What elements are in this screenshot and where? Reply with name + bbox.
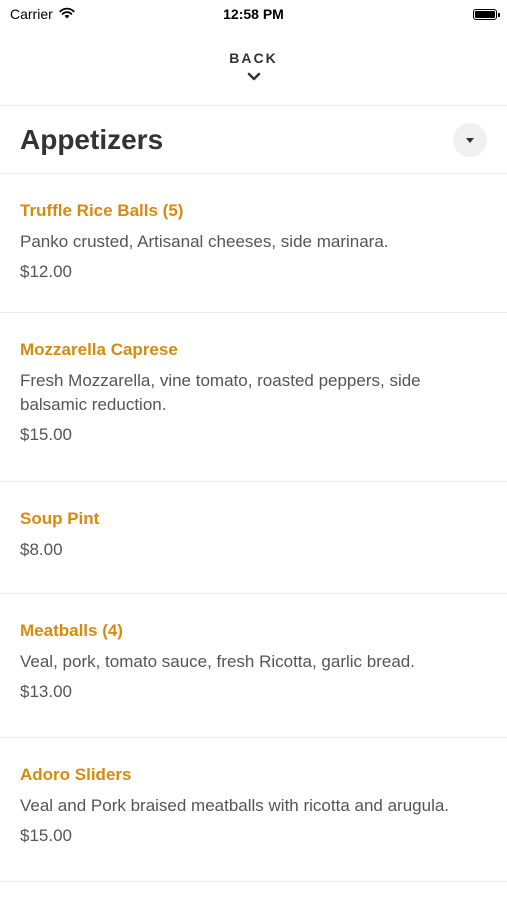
carrier-label: Carrier <box>10 6 53 22</box>
section-dropdown-button[interactable] <box>453 122 487 157</box>
menu-list: Truffle Rice Balls (5) Panko crusted, Ar… <box>0 174 507 882</box>
battery-icon <box>473 8 500 20</box>
item-description: Veal, pork, tomato sauce, fresh Ricotta,… <box>20 652 415 671</box>
item-price: $12.00 <box>20 262 72 281</box>
menu-item[interactable]: Adoro Sliders Veal and Pork braised meat… <box>0 738 507 882</box>
section-title: Appetizers <box>20 123 164 155</box>
item-name: Meatballs (4) <box>20 621 123 640</box>
item-name: Soup Pint <box>20 509 100 528</box>
chevron-down-icon <box>247 68 261 86</box>
menu-item[interactable]: Truffle Rice Balls (5) Panko crusted, Ar… <box>0 174 507 313</box>
back-button[interactable]: BACK <box>0 28 507 106</box>
menu-item[interactable]: Soup Pint $8.00 <box>0 482 507 594</box>
item-name: Mozzarella Caprese <box>20 340 178 359</box>
item-description: Fresh Mozzarella, vine tomato, roasted p… <box>20 371 421 414</box>
item-name: Adoro Sliders <box>20 765 132 784</box>
section-header: Appetizers <box>0 106 507 174</box>
status-right <box>473 8 500 20</box>
caret-down-icon <box>466 132 474 147</box>
item-price: $15.00 <box>20 425 72 444</box>
menu-item[interactable]: Meatballs (4) Veal, pork, tomato sauce, … <box>0 594 507 738</box>
wifi-icon <box>59 6 75 22</box>
back-label: BACK <box>229 49 278 66</box>
item-price: $8.00 <box>20 540 63 559</box>
item-description: Panko crusted, Artisanal cheeses, side m… <box>20 232 389 251</box>
item-price: $15.00 <box>20 826 72 845</box>
status-bar: Carrier 12:58 PM <box>0 0 507 28</box>
item-description: Veal and Pork braised meatballs with ric… <box>20 796 450 815</box>
item-price: $13.00 <box>20 682 72 701</box>
menu-item[interactable]: Mozzarella Caprese Fresh Mozzarella, vin… <box>0 313 507 482</box>
status-time: 12:58 PM <box>223 6 284 22</box>
status-left: Carrier <box>10 6 75 22</box>
item-name: Truffle Rice Balls (5) <box>20 201 184 220</box>
